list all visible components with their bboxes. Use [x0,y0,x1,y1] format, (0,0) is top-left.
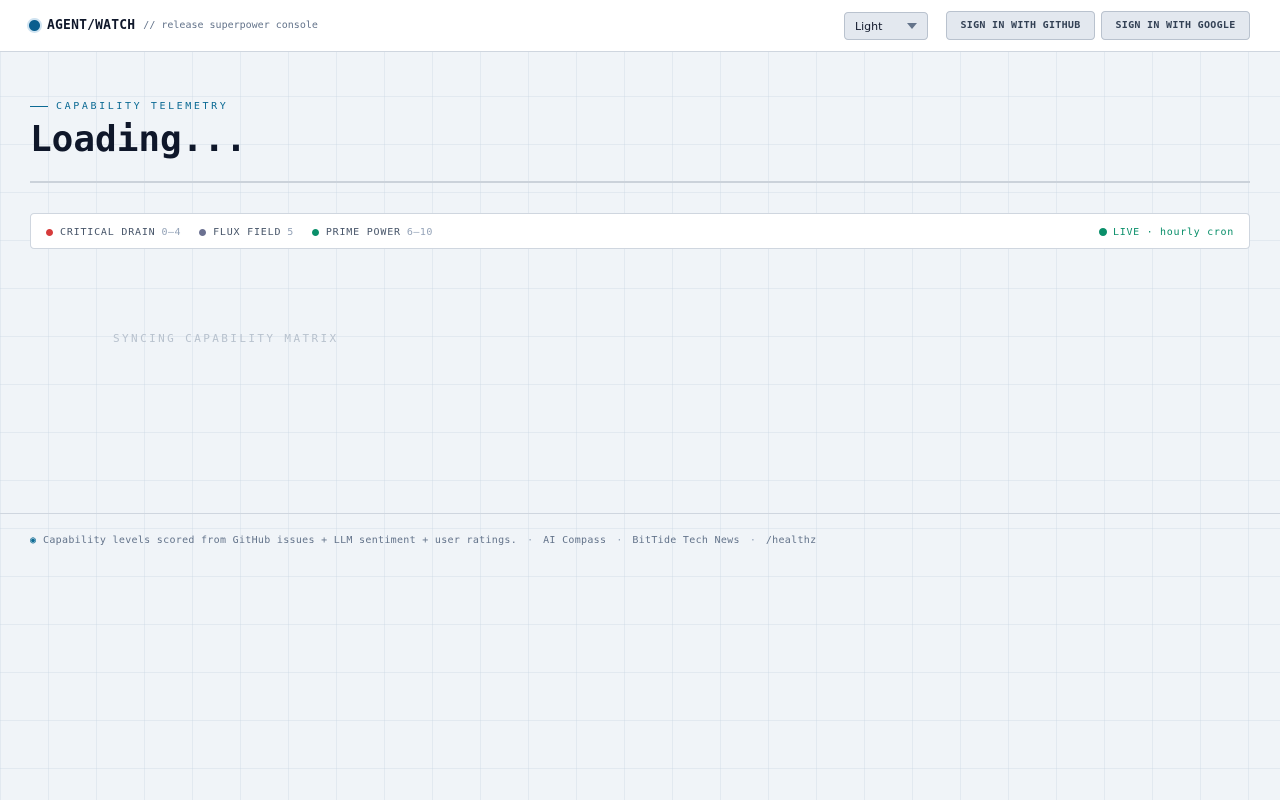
legend-label: CRITICAL DRAIN [60,226,156,238]
legend-range: 6–10 [406,226,433,238]
eyebrow-text: CAPABILITY TELEMETRY [56,100,229,112]
live-status: LIVE · hourly cron [1099,225,1234,239]
sign-in-github-button[interactable]: SIGN IN WITH GITHUB [946,11,1095,40]
legend-bar: CRITICAL DRAIN 0–4 FLUX FIELD 5 PRIME PO… [30,213,1250,249]
legend-item-prime-power: PRIME POWER 6–10 [311,226,433,238]
brand-name: AGENT/WATCH [47,17,136,33]
chevron-down-icon [907,23,917,29]
legend-range: 0–4 [161,226,182,238]
brand[interactable]: AGENT/WATCH // release superpower consol… [29,17,318,33]
theme-select-value: Light [855,19,883,33]
footer-text: Capability levels scored from GitHub iss… [43,534,518,546]
footer-link-ai-compass[interactable]: AI Compass [543,535,606,546]
footer-separator: · [616,534,623,546]
footer-divider [0,513,1280,514]
footer-separator: · [527,534,534,546]
title-divider [30,181,1250,183]
syncing-message: SYNCING CAPABILITY MATRIX [113,332,339,345]
footer-link-bittide-tech-news[interactable]: BitTide Tech News [632,535,739,546]
legend-range: 5 [287,226,294,238]
legend-label: PRIME POWER [325,226,401,238]
legend-dot-icon [46,228,53,236]
sign-in-google-button[interactable]: SIGN IN WITH GOOGLE [1101,11,1250,40]
section-eyebrow: CAPABILITY TELEMETRY [30,100,228,112]
page-title: Loading... [30,119,247,160]
legend-dot-icon [311,228,319,236]
live-status-text: LIVE · hourly cron [1113,226,1234,238]
eyebrow-line [30,105,48,107]
legend-items: CRITICAL DRAIN 0–4 FLUX FIELD 5 PRIME PO… [46,225,451,239]
info-dot-icon: ◉ [30,534,37,546]
brand-subtitle: // release superpower console [143,19,318,31]
footer-link-healthz[interactable]: /healthz [766,535,817,546]
footer-separator: · [749,534,756,546]
live-dot-icon [1099,228,1108,236]
legend-label: FLUX FIELD [213,226,282,238]
brand-logo-dot-icon [29,19,40,31]
top-bar: AGENT/WATCH // release superpower consol… [0,0,1280,52]
theme-select[interactable]: Light [844,12,928,40]
legend-item-critical-drain: CRITICAL DRAIN 0–4 [46,227,181,238]
legend-dot-icon [199,228,207,236]
footer: ◉ Capability levels scored from GitHub i… [30,533,816,547]
legend-item-flux-field: FLUX FIELD 5 [199,227,294,238]
